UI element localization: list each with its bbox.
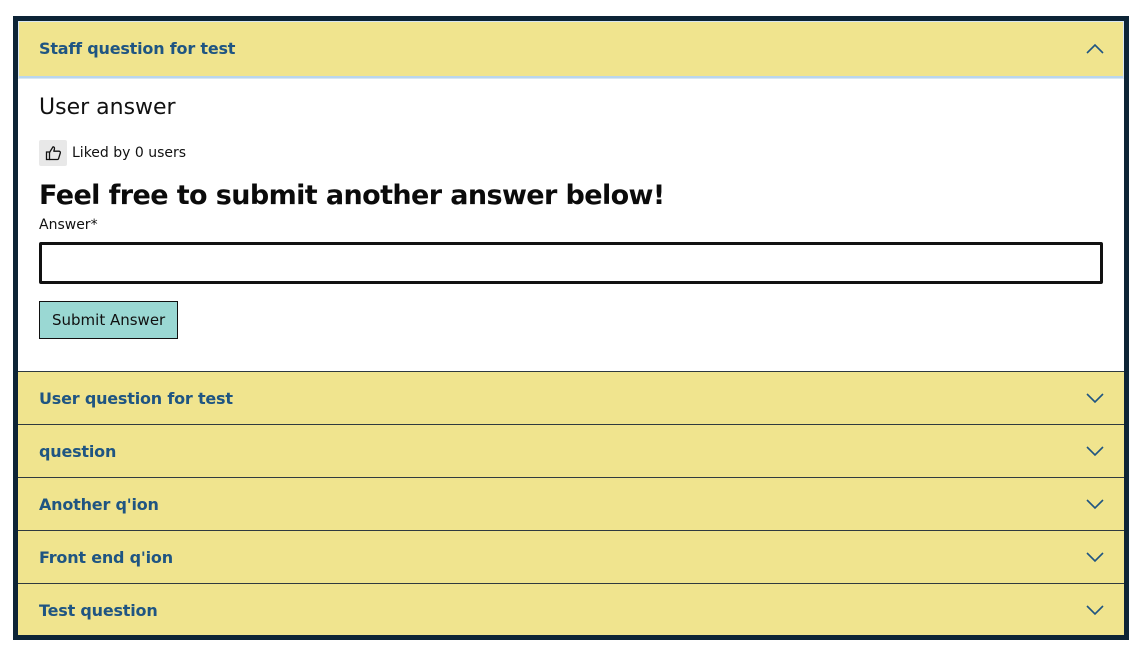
accordion-header-front-end-qion[interactable]: Front end q'ion — [18, 531, 1124, 584]
submit-heading: Feel free to submit another answer below… — [39, 180, 665, 211]
accordion-title: Front end q'ion — [39, 547, 173, 567]
accordion-header-user-question[interactable]: User question for test — [18, 372, 1124, 425]
accordion-header-staff-question[interactable]: Staff question for test — [18, 21, 1124, 79]
accordion-panel: User answer Liked by 0 users Feel free t… — [18, 79, 1124, 372]
chevron-up-icon[interactable] — [1085, 42, 1105, 56]
accordion-title: Test question — [39, 600, 158, 620]
like-row: Liked by 0 users — [39, 140, 1103, 166]
accordion-title: User question for test — [39, 388, 233, 408]
accordion-header-test-question[interactable]: Test question — [18, 584, 1124, 635]
accordion-title: Another q'ion — [39, 494, 159, 514]
chevron-down-icon[interactable] — [1085, 497, 1105, 511]
accordion-header-question[interactable]: question — [18, 425, 1124, 478]
answer-input[interactable] — [39, 242, 1103, 284]
accordion-title: Staff question for test — [39, 39, 236, 58]
answer-text: User answer — [39, 95, 176, 120]
accordion-header-another-qion[interactable]: Another q'ion — [18, 478, 1124, 531]
like-button[interactable] — [39, 140, 67, 166]
chevron-down-icon[interactable] — [1085, 391, 1105, 405]
submit-answer-button[interactable]: Submit Answer — [39, 301, 179, 339]
thumbs-up-icon — [45, 146, 61, 161]
chevron-down-icon[interactable] — [1085, 603, 1105, 617]
liked-count-text: Liked by 0 users — [72, 145, 187, 161]
chevron-down-icon[interactable] — [1085, 444, 1105, 458]
questions-accordion: Staff question for test User answer Like… — [13, 16, 1129, 640]
accordion-title: question — [39, 441, 117, 461]
answer-label: Answer* — [39, 217, 98, 233]
chevron-down-icon[interactable] — [1085, 550, 1105, 564]
